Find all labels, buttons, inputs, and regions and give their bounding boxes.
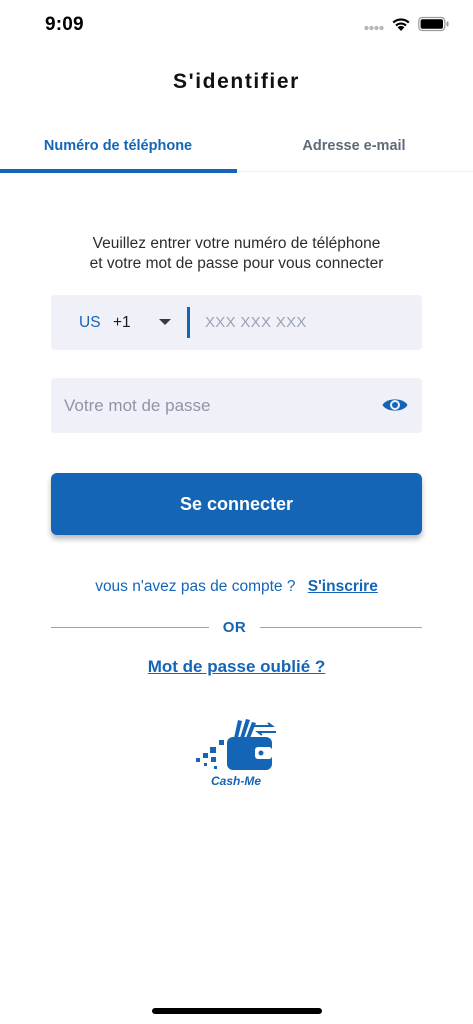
instructions-line-2: et votre mot de passe pour vous connecte… <box>89 255 384 272</box>
signup-row: vous n'avez pas de compte ? S'inscrire <box>0 578 473 596</box>
active-tab-indicator <box>0 169 237 173</box>
login-button[interactable]: Se connecter <box>51 473 422 535</box>
status-time: 9:09 <box>45 14 84 35</box>
home-indicator[interactable] <box>152 1008 322 1014</box>
logo-wordmark: Cash-Me <box>210 774 261 788</box>
divider-line-right <box>260 627 422 628</box>
login-instructions: Veuillez entrer votre numéro de téléphon… <box>40 234 433 274</box>
signup-link[interactable]: S'inscrire <box>308 578 378 595</box>
signal-icon <box>364 25 384 31</box>
phone-number-field: US +1 <box>51 295 422 350</box>
instructions-line-1: Veuillez entrer votre numéro de téléphon… <box>92 235 381 252</box>
cash-me-logo: Cash-Me <box>194 716 278 792</box>
divider-line-left <box>51 627 209 628</box>
field-divider <box>187 307 190 338</box>
login-method-tabs: Numéro de téléphone Adresse e-mail <box>0 120 473 173</box>
phone-number-input[interactable] <box>195 295 415 350</box>
country-selector[interactable]: US <box>79 295 101 350</box>
tab-email-address[interactable]: Adresse e-mail <box>236 120 472 172</box>
battery-icon <box>418 16 449 32</box>
page-title: S'identifier <box>173 70 300 93</box>
wifi-icon <box>392 18 410 31</box>
tab-phone-number-label: Numéro de téléphone <box>43 138 193 154</box>
forgot-password-link[interactable]: Mot de passe oublié ? <box>0 657 473 677</box>
chevron-down-icon[interactable] <box>159 319 171 325</box>
or-label: OR <box>222 619 247 636</box>
status-bar: 9:09 <box>0 0 473 50</box>
tab-email-address-label: Adresse e-mail <box>302 138 406 154</box>
signup-prompt: vous n'avez pas de compte ? <box>95 578 296 595</box>
or-divider: OR <box>51 619 422 637</box>
dial-code[interactable]: +1 <box>113 295 131 350</box>
tab-phone-number[interactable]: Numéro de téléphone <box>0 120 236 172</box>
password-input[interactable] <box>51 378 371 433</box>
wallet-logo-icon <box>196 719 276 770</box>
password-field <box>51 378 422 433</box>
eye-icon[interactable] <box>381 394 409 416</box>
